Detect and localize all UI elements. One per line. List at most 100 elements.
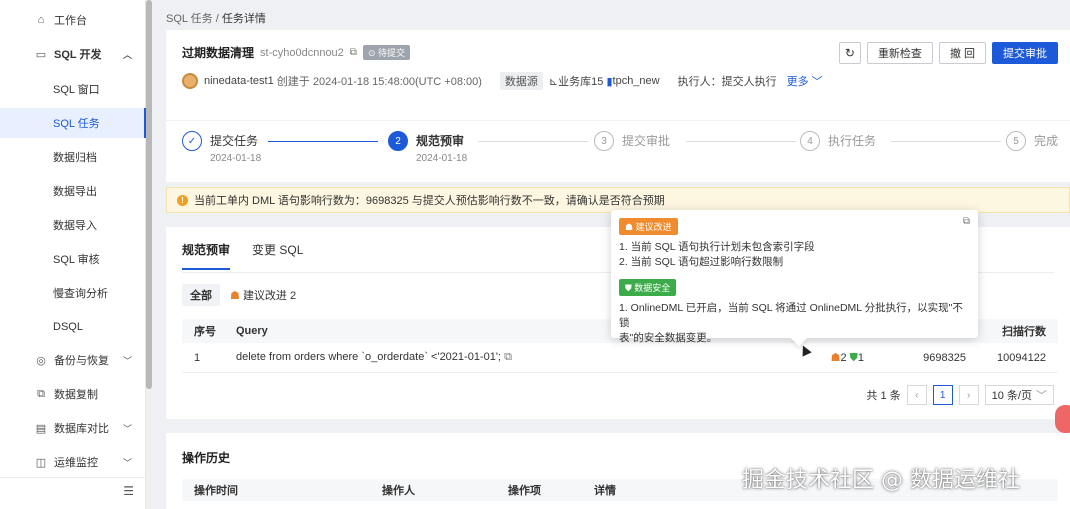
sidebar-footer: ☰ (0, 477, 146, 501)
check-icon: ✓ (182, 131, 202, 151)
chevron-down-icon: ﹀ (122, 355, 132, 366)
sidebar-item-ops-monitor[interactable]: ◫ 运维监控 ﹀ (0, 447, 146, 477)
tab-precheck[interactable]: 规范预审 (182, 241, 231, 270)
datasource-label: 数据源 (499, 72, 543, 90)
check-detail-popover: ⧉ ☗ 建议改进 1. 当前 SQL 语句执行计划未包含索引字段 2. 当前 S… (611, 210, 978, 347)
task-header: 过期数据清理 st-cyho0dcnnou2 ⧉ ⊙ 待提交 ninedata-… (166, 30, 1070, 120)
step-execute: 4 执行任务 (800, 131, 876, 151)
step-name: 规范预审 (416, 134, 465, 148)
refresh-button[interactable]: ↻ (838, 42, 861, 64)
sidebar-item-db-compare[interactable]: ▤ 数据库对比 ﹀ (0, 413, 146, 443)
created-time: 创建于 2024-01-18 15:48:00(UTC +08:00) (276, 76, 482, 88)
table-row[interactable]: 1 delete from orders where `o_orderdate`… (182, 343, 1058, 373)
sidebar-group-sql-dev[interactable]: ▭ SQL 开发 ︿ (0, 39, 146, 69)
watermark: 掘金技术社区 @ 数据运维社 (742, 468, 1020, 493)
sidebar-item-backup[interactable]: ◎ 备份与恢复 ﹀ (0, 345, 146, 375)
filter-suggest[interactable]: ☗ 建议改进 2 (230, 287, 296, 303)
step-number: 3 (594, 131, 614, 151)
sidebar-item-slow-query[interactable]: 慢查询分析 (0, 278, 146, 308)
step-number: 5 (1006, 131, 1026, 151)
next-page-button[interactable]: › (958, 385, 979, 405)
sidebar-item-label: 备份与恢复 (54, 355, 109, 367)
bug-icon: ☗ (830, 351, 841, 364)
datasource-path[interactable]: 业务库15 (558, 73, 603, 89)
sidebar-item-sql-audit[interactable]: SQL 审核 (0, 244, 146, 274)
sidebar-item-label: 数据复制 (54, 389, 98, 401)
safety-tag-label: 数据安全 (634, 283, 671, 293)
column-time: 操作时间 (194, 485, 238, 497)
step-date: 2024-01-18 (210, 153, 262, 164)
sidebar-item-replication[interactable]: ⧉ 数据复制 (0, 379, 146, 409)
step-connector (268, 141, 378, 142)
avatar (182, 73, 198, 89)
more-link[interactable]: 更多 ﹀ (787, 73, 823, 89)
prev-page-button[interactable]: ‹ (906, 385, 927, 405)
submit-approval-button[interactable]: 提交审批 (992, 42, 1058, 64)
page-number[interactable]: 1 (932, 385, 953, 405)
sidebar-item-label: 运维监控 (54, 457, 98, 469)
menu-collapse-icon[interactable]: ☰ (123, 484, 134, 498)
sidebar-item-data-import[interactable]: 数据导入 (0, 210, 146, 240)
withdraw-button[interactable]: 撤 回 (938, 42, 986, 64)
chevron-up-icon: ︿ (122, 49, 132, 60)
copy-icon[interactable]: ⧉ (350, 47, 357, 58)
sidebar-item-label: 数据库对比 (54, 423, 109, 435)
compare-icon: ▤ (35, 422, 47, 435)
step-name: 提交审批 (622, 134, 671, 148)
step-connector (686, 141, 796, 142)
breadcrumb: SQL 任务 / 任务详情 (166, 10, 266, 26)
safe-count: 1 (857, 351, 864, 364)
progress-steps: ✓ 提交任务 2024-01-18 2 规范预审 2024-01-18 3 提交审批… (166, 120, 1070, 182)
warning-icon: ! (177, 194, 188, 206)
sidebar-item-label: 数据导出 (53, 186, 97, 198)
sidebar-item-sql-window[interactable]: SQL 窗口 (0, 74, 146, 104)
step-name: 执行任务 (828, 134, 877, 148)
sidebar-item-label: DSQL (53, 321, 83, 333)
executor-text: 执行人：提交人执行 (677, 76, 777, 88)
step-precheck: 2 规范预审 2024-01-18 (388, 131, 467, 164)
monitor-icon: ▭ (35, 48, 47, 61)
suggest-count: 2 (840, 351, 847, 364)
breadcrumb-separator: / (215, 13, 219, 25)
row-no: 1 (194, 351, 201, 364)
status-label: 待提交 (377, 48, 405, 58)
sidebar-item-label: SQL 窗口 (53, 84, 100, 96)
task-id: st-cyho0dcnnou2 (260, 46, 344, 59)
home-icon: ⌂ (37, 14, 45, 26)
chevron-down-icon: ﹀ (811, 76, 823, 88)
step-connector (478, 141, 588, 142)
sidebar-item-workbench[interactable]: ⌂ 工作台 (0, 5, 146, 35)
page-size-select[interactable]: 10 条/页 ﹀ (984, 385, 1054, 405)
column-scan-rows: 扫描行数 (1002, 326, 1046, 338)
more-label: 更多 (786, 76, 809, 88)
sidebar-item-label: SQL 开发 (54, 49, 102, 61)
copy-icon[interactable]: ⧉ (963, 216, 970, 227)
pagination-total: 共 1 条 (866, 390, 901, 402)
pagination: 共 1 条 ‹ 1 › 10 条/页 ﹀ (866, 385, 1054, 405)
sidebar-item-sql-task[interactable]: SQL 任务 (0, 108, 146, 138)
sidebar-item-data-archive[interactable]: 数据归档 (0, 142, 146, 172)
breadcrumb-parent[interactable]: SQL 任务 (166, 13, 213, 25)
assistant-avatar[interactable] (1055, 405, 1070, 433)
database-name[interactable]: tpch_new (613, 75, 660, 87)
sidebar-item-dsql[interactable]: DSQL (0, 312, 146, 342)
safety-line: 1. OnlineDML 已开启，当前 SQL 将通过 OnlineDML 分批… (619, 302, 963, 329)
query-text: delete from orders where `o_orderdate` <… (236, 351, 501, 363)
step-date: 2024-01-18 (416, 153, 468, 164)
refresh-icon: ↻ (844, 46, 855, 60)
tab-change-sql[interactable]: 变更 SQL (252, 241, 303, 270)
row-flags[interactable]: ☗2 ⛊1 (766, 351, 876, 365)
safety-tag: ⛊ 数据安全 (619, 279, 677, 296)
column-action: 操作项 (508, 485, 541, 497)
suggest-tag: ☗ 建议改进 (619, 218, 678, 235)
recheck-button[interactable]: 重新检查 (866, 42, 933, 64)
step-number: 4 (800, 131, 820, 151)
sidebar-item-label: 数据归档 (53, 152, 97, 164)
copy-icon: ⧉ (37, 387, 45, 400)
history-title: 操作历史 (182, 451, 231, 465)
copy-icon[interactable]: ⧉ (504, 351, 512, 363)
sidebar-item-data-export[interactable]: 数据导出 (0, 176, 146, 206)
filter-all[interactable]: 全部 (182, 284, 220, 306)
breadcrumb-current: 任务详情 (221, 13, 266, 25)
chevron-down-icon: ﹀ (122, 457, 132, 468)
